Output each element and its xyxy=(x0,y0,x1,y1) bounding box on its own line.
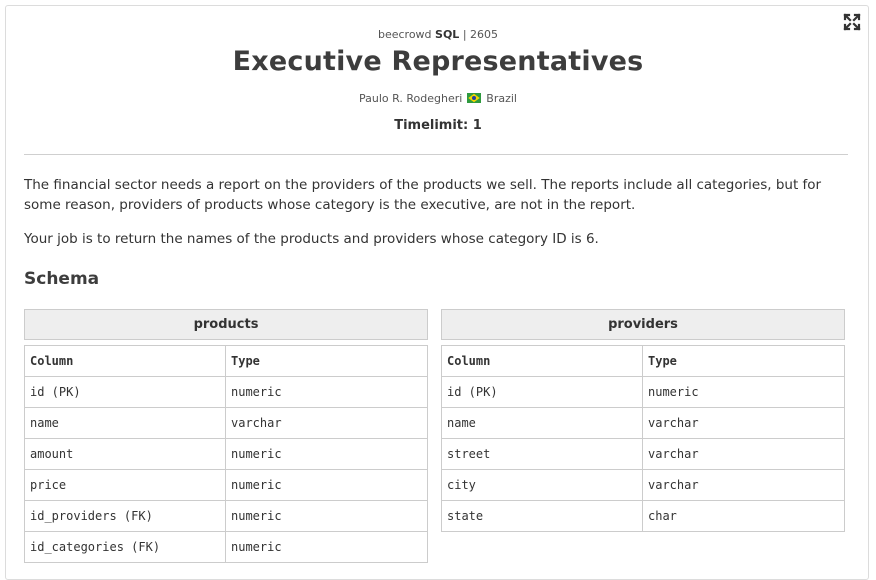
table-row: id (PK) numeric xyxy=(24,376,428,408)
source-id: | 2605 xyxy=(462,28,499,41)
column-type-cell: varchar xyxy=(642,438,845,470)
table-header-row: Column Type xyxy=(441,345,845,377)
column-type-cell: numeric xyxy=(225,500,428,532)
column-header: Type xyxy=(225,345,428,377)
table-row: amount numeric xyxy=(24,438,428,470)
table-title: products xyxy=(24,309,428,340)
column-name-cell: id_categories (FK) xyxy=(24,531,226,563)
table-header-row: Column Type xyxy=(24,345,428,377)
source-prefix: beecrowd xyxy=(377,28,432,41)
table-row: state char xyxy=(441,500,845,532)
column-type-cell: varchar xyxy=(225,407,428,439)
providers-table: providers Column Type id (PK) numeric na… xyxy=(441,309,845,532)
source-category: SQL xyxy=(435,28,460,41)
author-name[interactable]: Paulo R. Rodegheri xyxy=(359,92,462,105)
table-row: id_categories (FK) numeric xyxy=(24,531,428,563)
column-type-cell: varchar xyxy=(642,469,845,501)
table-row: name varchar xyxy=(24,407,428,439)
column-type-cell: char xyxy=(642,500,845,532)
column-type-cell: numeric xyxy=(225,376,428,408)
column-name-cell: name xyxy=(441,407,643,439)
column-name-cell: street xyxy=(441,438,643,470)
column-name-cell: state xyxy=(441,500,643,532)
column-type-cell: numeric xyxy=(225,531,428,563)
column-header: Column xyxy=(24,345,226,377)
author-country: Brazil xyxy=(486,92,517,105)
column-type-cell: varchar xyxy=(642,407,845,439)
schema-heading: Schema xyxy=(24,269,100,289)
column-name-cell: amount xyxy=(24,438,226,470)
column-header: Type xyxy=(642,345,845,377)
column-name-cell: price xyxy=(24,469,226,501)
column-type-cell: numeric xyxy=(642,376,845,408)
divider xyxy=(24,154,848,155)
column-name-cell: city xyxy=(441,469,643,501)
table-row: name varchar xyxy=(441,407,845,439)
table-row: street varchar xyxy=(441,438,845,470)
table-title: providers xyxy=(441,309,845,340)
table-row: id_providers (FK) numeric xyxy=(24,500,428,532)
table-row: price numeric xyxy=(24,469,428,501)
table-row: id (PK) numeric xyxy=(441,376,845,408)
timelimit: Timelimit: 1 xyxy=(394,118,482,133)
page-title: Executive Representatives xyxy=(232,46,644,77)
brazil-flag-icon xyxy=(466,93,481,103)
column-header: Column xyxy=(441,345,643,377)
description-paragraph: The financial sector needs a report on t… xyxy=(24,177,822,213)
column-name-cell: name xyxy=(24,407,226,439)
column-name-cell: id_providers (FK) xyxy=(24,500,226,532)
problem-author: Paulo R. Rodegheri Brazil xyxy=(0,92,876,105)
column-type-cell: numeric xyxy=(225,469,428,501)
column-type-cell: numeric xyxy=(225,438,428,470)
column-name-cell: id (PK) xyxy=(24,376,226,408)
table-row: city varchar xyxy=(441,469,845,501)
column-name-cell: id (PK) xyxy=(441,376,643,408)
products-table: products Column Type id (PK) numeric nam… xyxy=(24,309,428,563)
problem-source: beecrowd SQL | 2605 xyxy=(0,28,876,41)
description-paragraph: Your job is to return the names of the p… xyxy=(24,231,599,247)
